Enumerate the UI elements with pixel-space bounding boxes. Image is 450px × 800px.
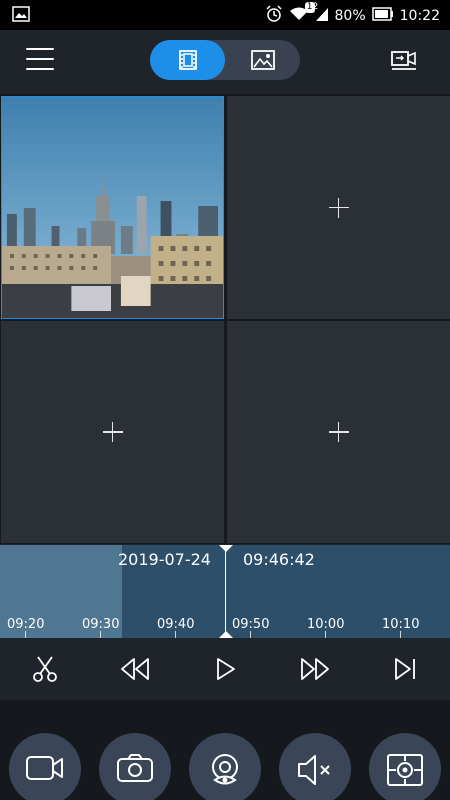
alarm-icon: [265, 5, 283, 27]
cursor-marker-top: [219, 545, 233, 552]
video-cell-live[interactable]: [1, 96, 224, 319]
rewind-icon: [121, 658, 149, 680]
tick-label: 09:20: [7, 617, 45, 632]
timeline-time: 09:46:42: [243, 550, 315, 569]
video-cell-empty[interactable]: [227, 96, 450, 319]
app-window: 1 2 80% 10:22 2019-07-24 09:46:42 09:20 …: [0, 0, 450, 800]
tick-label: 10:10: [382, 617, 420, 632]
timeline-cursor[interactable]: [225, 545, 226, 638]
tick-mark: [25, 631, 26, 638]
add-camera-icon[interactable]: [102, 422, 123, 442]
record-button[interactable]: [9, 733, 81, 800]
film-icon: [178, 50, 197, 70]
add-camera-icon[interactable]: [328, 422, 349, 442]
tick-label: 09:40: [157, 617, 195, 632]
sim-indicator: 2: [312, 2, 319, 12]
clip-button[interactable]: [29, 653, 61, 685]
tick-mark: [175, 631, 176, 638]
tick-label: 09:50: [232, 617, 270, 632]
battery-icon: [371, 7, 394, 25]
signal-icon: 2: [313, 2, 329, 26]
battery-percent: 80%: [334, 8, 366, 24]
status-bar: 1 2 80% 10:22: [0, 0, 450, 30]
image-mode-button[interactable]: [225, 40, 300, 80]
add-camera-icon[interactable]: [328, 197, 349, 218]
mute-icon: [298, 755, 330, 785]
menu-button[interactable]: [26, 48, 54, 72]
menu-line: [26, 68, 54, 70]
play-icon: [217, 658, 235, 680]
tick-mark: [325, 631, 326, 638]
live-camera-feed: [2, 97, 223, 318]
fast-forward-button[interactable]: [299, 653, 331, 685]
capture-button[interactable]: [369, 733, 441, 800]
capture-icon: [387, 754, 423, 786]
camera-icon: [117, 754, 153, 782]
tick-label: 10:00: [307, 617, 345, 632]
snapshot-button[interactable]: [99, 733, 171, 800]
camera-switch-button[interactable]: [390, 46, 418, 72]
timeline-date: 2019-07-24: [118, 550, 211, 569]
camera-switch-icon: [391, 51, 416, 70]
watch-button[interactable]: [189, 733, 261, 800]
wifi-icon: 1: [289, 2, 315, 26]
skip-end-icon: [395, 658, 415, 680]
skip-end-button[interactable]: [389, 653, 421, 685]
record-video-icon: [26, 756, 63, 780]
playback-controls: [0, 638, 450, 700]
mode-toggle: [150, 40, 300, 80]
fast-forward-icon: [301, 658, 329, 680]
cursor-marker-bottom: [219, 631, 233, 638]
tick-mark: [400, 631, 401, 638]
scissors-icon: [33, 656, 57, 682]
tick-mark: [250, 631, 251, 638]
video-grid: [0, 94, 450, 544]
top-bar: [0, 30, 450, 93]
status-icons: 1 2 80% 10:22: [265, 2, 440, 27]
rewind-button[interactable]: [119, 653, 151, 685]
action-bar: [0, 700, 450, 800]
menu-line: [26, 58, 54, 60]
eye-watch-icon: [212, 754, 238, 785]
playback-timeline[interactable]: 2019-07-24 09:46:42 09:20 09:30 09:40 09…: [0, 545, 450, 638]
tick-label: 09:30: [82, 617, 120, 632]
clock: 10:22: [399, 8, 440, 24]
gallery-notification-icon: [12, 6, 30, 26]
video-cell-empty[interactable]: [1, 321, 224, 543]
play-button[interactable]: [209, 653, 241, 685]
image-icon: [250, 50, 275, 70]
video-mode-button[interactable]: [150, 40, 225, 80]
mute-button[interactable]: [279, 733, 351, 800]
menu-line: [26, 48, 54, 50]
video-cell-empty[interactable]: [227, 321, 450, 543]
tick-mark: [100, 631, 101, 638]
